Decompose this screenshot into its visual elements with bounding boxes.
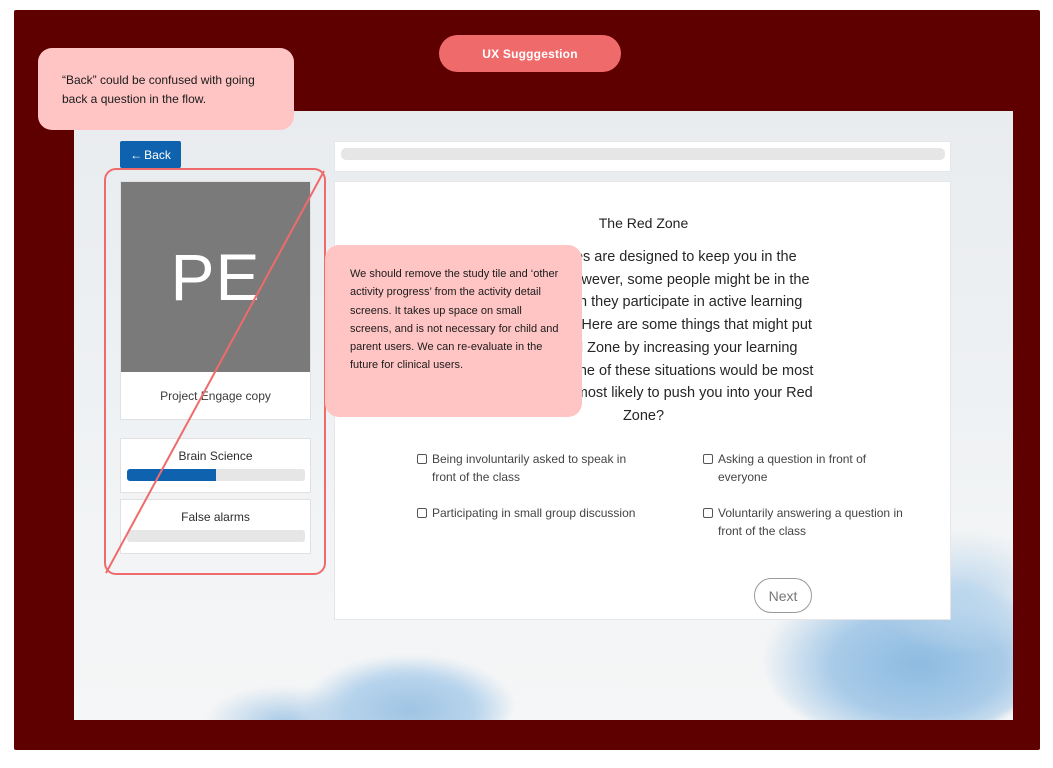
question-progress-bar: [334, 141, 951, 172]
answer-option-label: Voluntarily answering a question in fron…: [718, 506, 903, 538]
answer-option[interactable]: Voluntarily answering a question in fron…: [703, 504, 918, 540]
checkbox[interactable]: [703, 454, 713, 464]
question-title: The Red Zone: [598, 215, 689, 231]
answer-option[interactable]: Asking a question in front of everyone: [703, 450, 903, 486]
answer-option[interactable]: Participating in small group discussion: [417, 504, 642, 522]
checkbox[interactable]: [703, 508, 713, 518]
next-button[interactable]: Next: [754, 578, 812, 613]
answer-option-label: Asking a question in front of everyone: [718, 452, 867, 484]
ux-suggestion-pill: UX Sugggestion: [439, 35, 621, 72]
study-tile-note: We should remove the study tile and ‘oth…: [325, 245, 582, 417]
answer-option-label: Participating in small group discussion: [432, 506, 636, 520]
arrow-left-icon: ←: [130, 147, 143, 162]
checkbox[interactable]: [417, 508, 427, 518]
answer-option[interactable]: Being involuntarily asked to speak in fr…: [417, 450, 642, 486]
question-progress-track: [341, 148, 945, 160]
back-button-note: “Back” could be confused with going back…: [38, 48, 294, 130]
back-button-label: Back: [144, 147, 171, 162]
checkbox[interactable]: [417, 454, 427, 464]
highlight-box: [104, 168, 326, 575]
answer-option-label: Being involuntarily asked to speak in fr…: [432, 452, 627, 484]
back-button[interactable]: ← Back: [120, 141, 181, 168]
